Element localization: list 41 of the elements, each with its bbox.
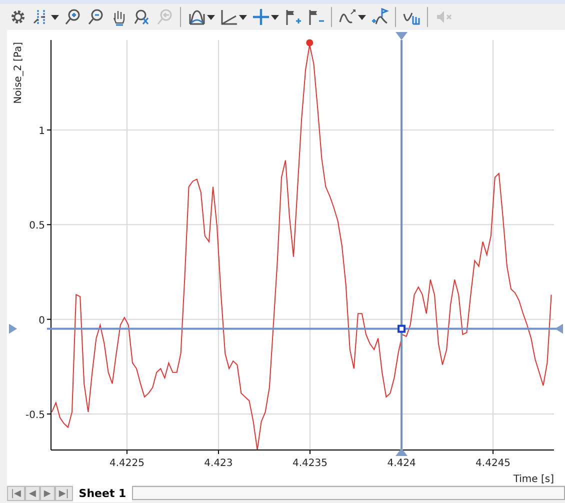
- x-axis-title: Time [s]: [513, 474, 554, 485]
- peak-marker: [306, 39, 314, 46]
- zoom-in-icon: [64, 8, 82, 26]
- flag-add-icon: [284, 8, 302, 26]
- toolbar-button[interactable]: [370, 6, 399, 28]
- dropdown-caret-icon: [271, 14, 279, 20]
- y-tick-label: -0.5: [25, 410, 45, 422]
- cursor-point-marker: [398, 324, 406, 333]
- sheet-nav-button[interactable]: |◀: [7, 486, 25, 501]
- sheet-nav-button[interactable]: ◀: [24, 486, 40, 501]
- x-tick-label: 4.424: [387, 458, 416, 469]
- wave-arrows-icon: [339, 8, 357, 26]
- toolbar-button[interactable]: [251, 6, 280, 28]
- dropdown-caret-icon: [207, 14, 215, 20]
- horizontal-cursor[interactable]: [9, 324, 563, 334]
- x-tick-label: 4.423: [204, 458, 233, 469]
- zoom-out-icon: [87, 8, 105, 26]
- y-tick-label: 0.5: [29, 220, 45, 232]
- dropdown-caret-icon: [239, 14, 247, 20]
- settings-icon: [9, 8, 27, 26]
- y-axis-title: Noise_2 [Pa]: [13, 42, 24, 104]
- sheet-scrollbar[interactable]: [132, 486, 565, 500]
- x-tick-label: 4.4235: [292, 458, 328, 469]
- bell-curve-icon: [188, 8, 206, 26]
- x-tick-label: 4.4245: [476, 458, 511, 469]
- sheet-nav-button[interactable]: ▶: [40, 486, 55, 501]
- y-tick-label: 0: [38, 315, 45, 326]
- sheet-nav-button[interactable]: ▶|: [54, 486, 73, 501]
- y-tick-label: 1: [38, 126, 45, 137]
- flag-remove-icon: [307, 8, 325, 26]
- vertical-cursor[interactable]: [396, 32, 408, 456]
- zoom-back-icon: [156, 8, 174, 26]
- wave-flag-icon: [371, 8, 389, 26]
- x-tick-label: 4.4225: [109, 458, 144, 469]
- crosshair-icon: [252, 8, 270, 26]
- dropdown-caret-icon: [358, 14, 366, 20]
- zoom-reset-icon: [133, 8, 151, 26]
- axes-icon: [220, 8, 238, 26]
- toolbar-button[interactable]: [402, 6, 431, 28]
- dropdown-caret-icon: [51, 14, 59, 20]
- sheet-tab[interactable]: Sheet 1: [72, 485, 132, 502]
